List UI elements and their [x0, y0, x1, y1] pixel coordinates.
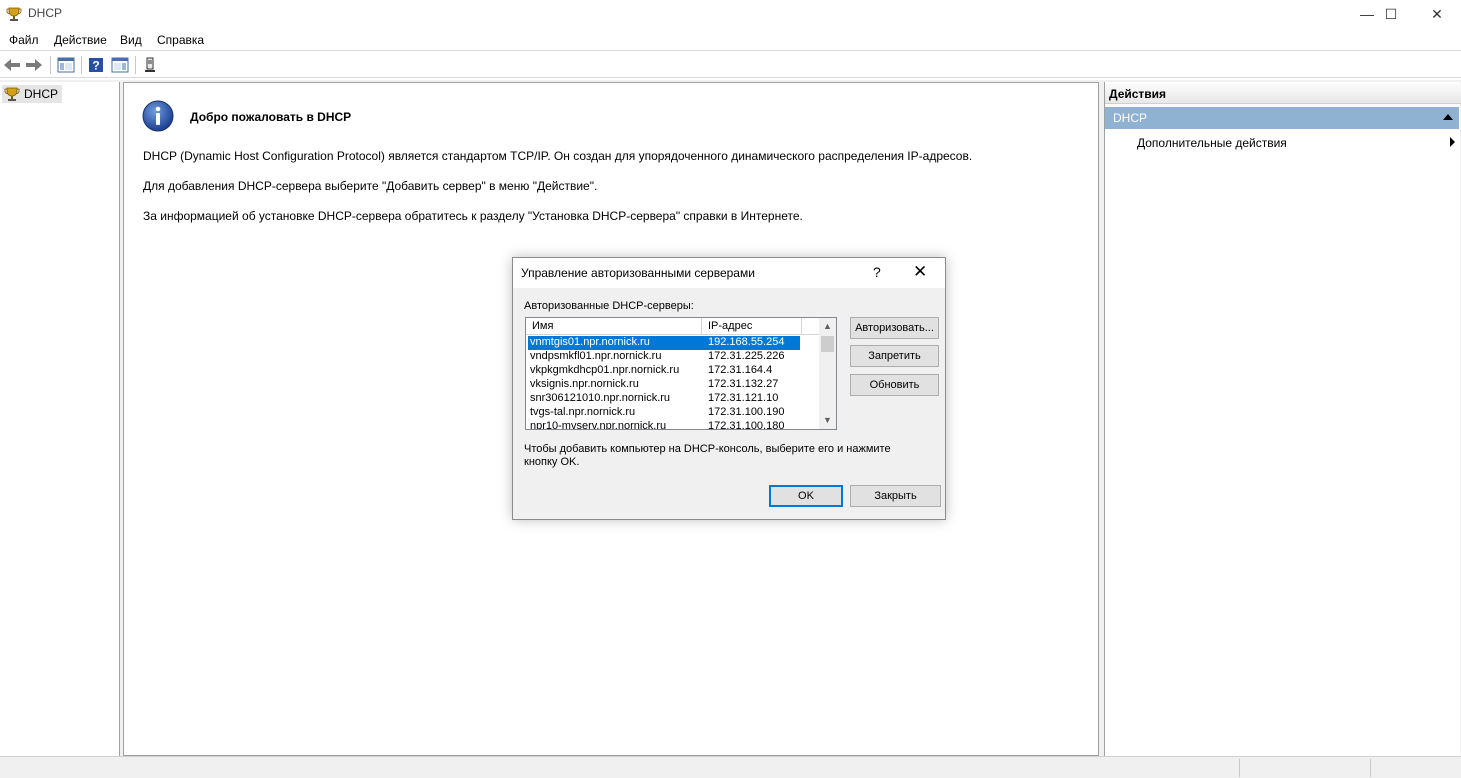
server-ip-cell: 172.31.225.226 — [708, 350, 785, 362]
toolbar: ? — [0, 50, 1461, 78]
menu-file[interactable]: Файл — [9, 33, 39, 47]
dialog-cancel-button[interactable]: Закрыть — [850, 485, 941, 507]
status-separator — [1370, 759, 1371, 777]
server-name-cell: snr306121010.npr.nornick.ru — [530, 392, 671, 404]
back-button[interactable] — [2, 55, 22, 75]
svg-text:?: ? — [92, 59, 99, 73]
manage-authorized-servers-dialog: Управление авторизованными серверами ? ✕… — [512, 257, 946, 520]
actions-pane: Действия DHCP Дополнительные действия — [1104, 82, 1461, 756]
scroll-down-icon[interactable]: ▼ — [823, 416, 832, 425]
table-row[interactable]: snr306121010.npr.nornick.ru 172.31.121.10 — [526, 392, 820, 406]
console-tree: DHCP — [0, 82, 120, 756]
ok-button[interactable]: OK — [769, 485, 843, 507]
toolbar-separator — [81, 56, 82, 74]
forward-button[interactable] — [24, 55, 44, 75]
table-row[interactable]: vndpsmkfl01.npr.nornick.ru 172.31.225.226 — [526, 350, 820, 364]
dialog-hint: Чтобы добавить компьютер на DHCP-консоль… — [524, 443, 891, 468]
server-ip-cell: 192.168.55.254 — [708, 336, 785, 348]
table-row[interactable]: vksignis.npr.nornick.ru 172.31.132.27 — [526, 378, 820, 392]
install-info-paragraph: За информацией об установке DHCP-сервера… — [143, 209, 803, 223]
show-console-tree-button[interactable] — [56, 55, 76, 75]
intro-paragraph: DHCP (Dynamic Host Configuration Protoco… — [143, 149, 973, 163]
add-server-paragraph: Для добавления DHCP-сервера выберите "До… — [143, 179, 598, 193]
server-ip-cell: 172.31.121.10 — [708, 392, 779, 404]
scroll-up-icon[interactable]: ▲ — [823, 322, 832, 331]
server-name-cell: vkpkgmkdhcp01.npr.nornick.ru — [530, 364, 680, 376]
server-ip-cell: 172.31.164.4 — [708, 364, 773, 376]
show-console-tree-icon — [57, 57, 75, 73]
table-row[interactable]: npr10-mvserv.npr.nornick.ru 172.31.100.18… — [526, 420, 820, 430]
dhcp-trophy-icon — [6, 7, 22, 21]
more-actions-item[interactable]: Дополнительные действия — [1137, 136, 1455, 150]
window-title: DHCP — [28, 6, 63, 20]
dhcp-trophy-icon — [4, 87, 20, 101]
forward-arrow-icon — [26, 59, 42, 71]
menu-view[interactable]: Вид — [120, 33, 142, 47]
server-ip-cell: 172.31.132.27 — [708, 378, 779, 390]
servers-list-label: Авторизованные DHCP-серверы: — [524, 300, 694, 312]
server-icon — [145, 57, 155, 72]
help-button[interactable]: ? — [86, 55, 106, 75]
server-button[interactable] — [140, 55, 160, 75]
toolbar-separator — [135, 56, 136, 74]
refresh-button[interactable]: Обновить — [850, 374, 939, 396]
server-ip-cell: 172.31.100.190 — [708, 406, 785, 418]
menu-action[interactable]: Действие — [54, 33, 107, 47]
menu-bar: Файл Действие Вид Справка — [0, 30, 1461, 50]
back-arrow-icon — [4, 59, 20, 71]
collapse-up-icon[interactable] — [1443, 114, 1453, 120]
list-header: Имя IP-адрес — [526, 318, 820, 335]
list-scrollbar[interactable]: ▲ ▼ — [819, 318, 836, 429]
welcome-title: Добро пожаловать в DHCP — [190, 110, 352, 124]
tree-item-dhcp[interactable]: DHCP — [2, 85, 63, 103]
status-separator — [1239, 759, 1240, 777]
table-row[interactable]: vkpkgmkdhcp01.npr.nornick.ru 172.31.164.4 — [526, 364, 820, 378]
server-name-cell: tvgs-tal.npr.nornick.ru — [530, 406, 636, 418]
server-name-cell: vksignis.npr.nornick.ru — [530, 378, 639, 390]
more-actions-label: Дополнительные действия — [1137, 136, 1287, 150]
info-icon — [142, 100, 174, 132]
table-row[interactable]: vnmtgis01.npr.nornick.ru 192.168.55.254 — [526, 336, 820, 350]
server-name-cell: vndpsmkfl01.npr.nornick.ru — [530, 350, 662, 362]
column-header-ip[interactable]: IP-адрес — [702, 318, 802, 335]
action-pane-icon — [111, 57, 129, 73]
submenu-arrow-icon — [1450, 137, 1455, 147]
tree-item-label: DHCP — [24, 87, 59, 101]
window-titlebar: DHCP — ☐ ✕ — [0, 0, 1461, 28]
close-window-button[interactable]: ✕ — [1414, 0, 1460, 28]
scroll-thumb[interactable] — [821, 336, 834, 352]
menu-help[interactable]: Справка — [157, 33, 204, 47]
toolbar-separator — [50, 56, 51, 74]
server-name-cell: npr10-mvserv.npr.nornick.ru — [530, 420, 667, 430]
table-row[interactable]: tvgs-tal.npr.nornick.ru 172.31.100.190 — [526, 406, 820, 420]
actions-section-label: DHCP — [1113, 111, 1148, 125]
actions-header: Действия — [1105, 84, 1461, 104]
server-name-cell: vnmtgis01.npr.nornick.ru — [530, 336, 650, 348]
help-icon: ? — [89, 58, 103, 73]
unauthorize-button[interactable]: Запретить — [850, 345, 939, 367]
authorized-servers-list[interactable]: Имя IP-адрес vnmtgis01.npr.nornick.ru 192… — [525, 317, 837, 430]
dialog-titlebar: Управление авторизованными серверами ? ✕ — [513, 258, 945, 288]
server-ip-cell: 172.31.100.180 — [708, 420, 785, 430]
action-pane-button[interactable] — [110, 55, 130, 75]
dialog-help-button[interactable]: ? — [873, 264, 881, 280]
dialog-close-button[interactable]: ✕ — [913, 262, 927, 282]
list-rows: vnmtgis01.npr.nornick.ru 192.168.55.254 vn… — [526, 336, 820, 430]
maximize-button[interactable]: ☐ — [1368, 0, 1414, 28]
actions-section-dhcp[interactable]: DHCP — [1105, 107, 1459, 129]
authorize-button[interactable]: Авторизовать... — [850, 317, 939, 339]
dialog-title: Управление авторизованными серверами — [521, 266, 755, 280]
status-bar — [0, 756, 1461, 778]
column-header-name[interactable]: Имя — [526, 318, 702, 335]
